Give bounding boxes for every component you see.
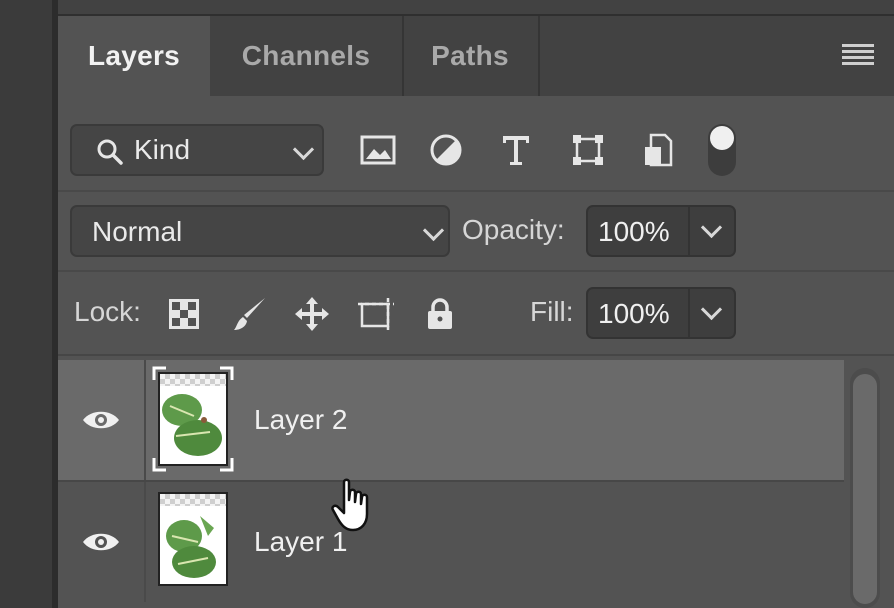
visibility-eye-icon[interactable]: [58, 360, 146, 480]
divider: [58, 270, 894, 272]
lock-transparent-pixels-icon[interactable]: [164, 292, 204, 336]
chevron-down-icon: [700, 298, 723, 321]
opacity-field[interactable]: 100%: [586, 205, 736, 257]
layer-name: Layer 2: [254, 404, 348, 435]
layer-row-layer-2[interactable]: Layer 2: [58, 360, 844, 480]
tab-channels[interactable]: Channels: [210, 16, 404, 96]
lock-label: Lock:: [74, 296, 141, 327]
blend-mode-select[interactable]: Normal: [70, 205, 450, 257]
filter-kind-select[interactable]: Kind: [70, 124, 324, 176]
layers-panel: Layers Channels Paths Kind Normal Opacit…: [58, 0, 894, 608]
filter-toggle-switch[interactable]: [708, 124, 736, 176]
tab-paths[interactable]: Paths: [402, 16, 540, 96]
chevron-down-icon: [700, 216, 723, 239]
chevron-down-icon: [422, 219, 445, 242]
scrollbar-thumb[interactable]: [853, 374, 877, 604]
lock-artboard-icon[interactable]: [356, 292, 396, 336]
fill-field[interactable]: 100%: [586, 287, 736, 339]
layer-thumbnail: [158, 492, 228, 586]
blend-mode-value: Normal: [92, 216, 183, 247]
fill-value: 100%: [598, 298, 670, 329]
hand-cursor-icon: [331, 478, 369, 532]
lock-position-icon[interactable]: [292, 292, 332, 336]
smart-object-filter-icon[interactable]: [638, 128, 678, 172]
layers-list: Layer 2 Layer 1: [58, 358, 894, 608]
leaf-image: [162, 394, 222, 456]
tab-layers[interactable]: Layers: [58, 16, 210, 96]
shape-filter-icon[interactable]: [568, 128, 608, 172]
tab-bar: Layers Channels Paths: [58, 16, 894, 96]
divider: [58, 354, 894, 356]
type-filter-icon[interactable]: [496, 128, 536, 172]
divider: [58, 190, 894, 192]
visibility-eye-icon[interactable]: [58, 482, 146, 602]
left-gutter: [0, 0, 52, 608]
image-filter-icon[interactable]: [358, 128, 398, 172]
layers-scrollbar[interactable]: [850, 368, 880, 608]
filter-kind-label: Kind: [134, 134, 191, 165]
opacity-value: 100%: [598, 216, 670, 247]
panel-top-strip: [58, 0, 894, 16]
opacity-label: Opacity:: [462, 214, 565, 245]
chevron-down-icon: [292, 138, 315, 161]
panel-menu-icon[interactable]: [842, 44, 874, 66]
search-icon: [97, 139, 123, 165]
layer-thumbnail: [158, 372, 228, 466]
opacity-dropdown-button[interactable]: [688, 207, 734, 255]
adjustment-filter-icon[interactable]: [426, 128, 466, 172]
lock-image-pixels-icon[interactable]: [230, 292, 270, 336]
layer-row-layer-1[interactable]: Layer 1: [58, 482, 844, 602]
fill-dropdown-button[interactable]: [688, 289, 734, 337]
lock-all-icon[interactable]: [420, 292, 460, 336]
fill-label: Fill:: [530, 296, 574, 327]
leaf-image: [166, 516, 216, 578]
